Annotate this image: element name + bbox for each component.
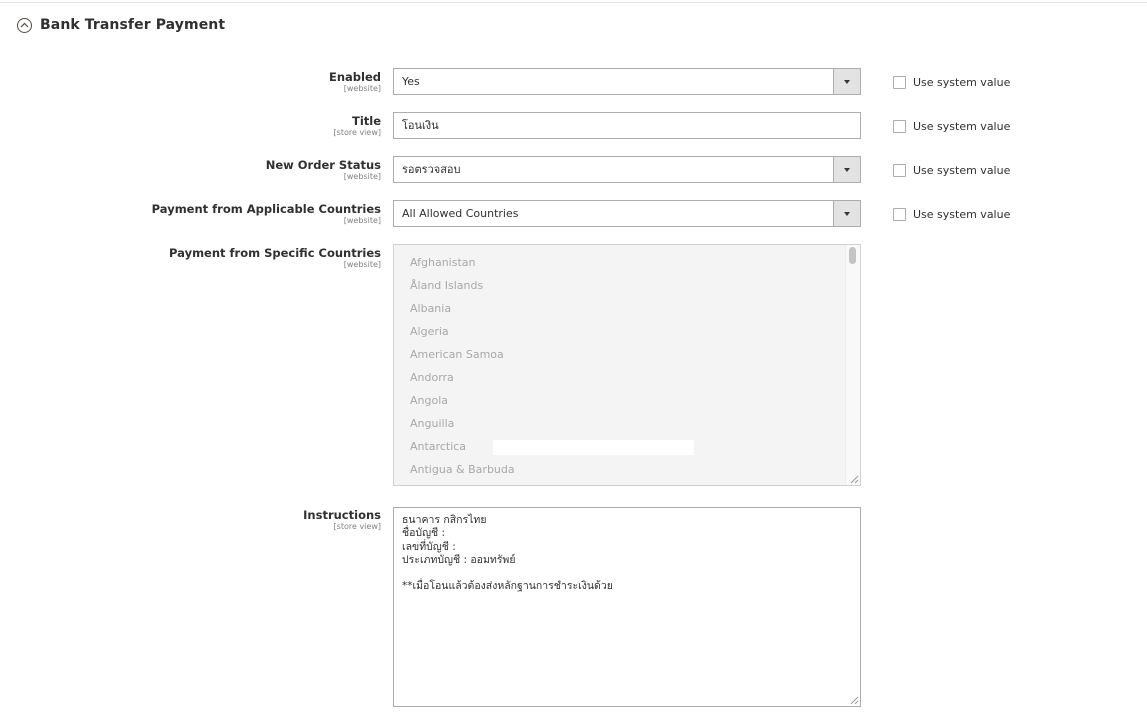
resize-grip-icon[interactable]	[849, 695, 859, 705]
country-option[interactable]: Andorra	[394, 366, 846, 389]
textarea-line: **เมื่อโอนแล้วต้องส่งหลักฐานการชำระเงินด…	[402, 580, 613, 593]
label-cell: Payment from Applicable Countries [websi…	[152, 202, 381, 225]
country-option[interactable]: Antigua & Barbuda	[394, 458, 846, 481]
enabled-select[interactable]: Yes	[393, 68, 861, 95]
country-option[interactable]: Afghanistan	[394, 251, 846, 274]
scope-label: [store view]	[333, 128, 381, 137]
dropdown-arrow-icon[interactable]	[833, 69, 860, 94]
selected-value: Yes	[402, 75, 420, 88]
selected-value: รอตรวจสอบ	[402, 163, 461, 176]
scrollbar[interactable]	[845, 245, 860, 485]
country-list[interactable]: Afghanistan Åland Islands Albania Algeri…	[394, 251, 846, 481]
textarea-content: ธนาคาร กสิกรไทย ชื่อบัญชี : เลขที่บัญชี …	[402, 514, 613, 594]
label-cell: Payment from Specific Countries [website…	[169, 246, 381, 269]
field-label-applicable-countries: Payment from Applicable Countries	[151, 202, 381, 216]
field-label-new-order-status: New Order Status	[265, 158, 381, 172]
use-system-value-enabled[interactable]: Use system value	[893, 76, 1010, 89]
use-system-value-new-order-status[interactable]: Use system value	[893, 164, 1010, 177]
use-system-value-checkbox[interactable]	[893, 120, 906, 133]
textarea-line: ชื่อบัญชี :	[402, 527, 446, 540]
label-cell: Enabled [website]	[329, 70, 381, 93]
collapse-chevron-up-icon[interactable]	[17, 17, 32, 33]
country-option[interactable]: Anguilla	[394, 412, 846, 435]
scrollbar-thumb[interactable]	[849, 247, 856, 264]
use-system-value-checkbox[interactable]	[893, 208, 906, 221]
dropdown-arrow-icon[interactable]	[833, 201, 860, 226]
top-divider	[0, 2, 1147, 3]
country-option-highlighted[interactable]: Antarctica	[394, 435, 846, 458]
use-system-value-checkbox[interactable]	[893, 164, 906, 177]
country-option[interactable]: Åland Islands	[394, 274, 846, 297]
use-system-value-applicable-countries[interactable]: Use system value	[893, 208, 1010, 221]
option-highlight	[493, 440, 694, 455]
field-label-title: Title	[351, 114, 381, 128]
textarea-line: ธนาคาร กสิกรไทย	[402, 514, 487, 526]
use-system-value-label[interactable]: Use system value	[913, 120, 1010, 133]
use-system-value-checkbox[interactable]	[893, 76, 906, 89]
selected-value: All Allowed Countries	[402, 207, 519, 220]
country-option[interactable]: Albania	[394, 297, 846, 320]
title-input[interactable]: โอนเงิน	[393, 112, 861, 139]
section-toggle[interactable]: Bank Transfer Payment	[17, 17, 225, 33]
scope-label: [website]	[343, 172, 381, 181]
country-option[interactable]: Angola	[394, 389, 846, 412]
field-label-instructions: Instructions	[303, 508, 381, 522]
field-label-specific-countries: Payment from Specific Countries	[169, 246, 381, 260]
use-system-value-label[interactable]: Use system value	[913, 76, 1010, 89]
input-value: โอนเงิน	[402, 119, 439, 132]
label-cell: Title [store view]	[334, 114, 381, 137]
scope-label: [website]	[343, 260, 381, 269]
instructions-textarea[interactable]: ธนาคาร กสิกรไทย ชื่อบัญชี : เลขที่บัญชี …	[393, 507, 861, 707]
field-label-enabled: Enabled	[328, 70, 381, 84]
label-cell: Instructions [store view]	[303, 508, 381, 531]
use-system-value-label[interactable]: Use system value	[913, 164, 1010, 177]
use-system-value-label[interactable]: Use system value	[913, 208, 1010, 221]
scope-label: [website]	[343, 84, 381, 93]
textarea-line: ประเภทบัญชี : ออมทรัพย์	[402, 553, 516, 566]
country-option[interactable]: American Samoa	[394, 343, 846, 366]
label-cell: New Order Status [website]	[266, 158, 381, 181]
dropdown-arrow-icon[interactable]	[833, 157, 860, 182]
section-title[interactable]: Bank Transfer Payment	[40, 17, 225, 33]
country-option-label: Antarctica	[410, 440, 467, 453]
scope-label: [website]	[343, 216, 381, 225]
resize-grip-icon[interactable]	[849, 474, 859, 484]
applicable-countries-select[interactable]: All Allowed Countries	[393, 200, 861, 227]
textarea-line	[402, 567, 613, 580]
textarea-line: เลขที่บัญชี :	[402, 540, 456, 553]
specific-countries-multiselect[interactable]: Afghanistan Åland Islands Albania Algeri…	[393, 244, 861, 486]
scope-label: [store view]	[333, 522, 381, 531]
new-order-status-select[interactable]: รอตรวจสอบ	[393, 156, 861, 183]
use-system-value-title[interactable]: Use system value	[893, 120, 1010, 133]
country-option[interactable]: Algeria	[394, 320, 846, 343]
